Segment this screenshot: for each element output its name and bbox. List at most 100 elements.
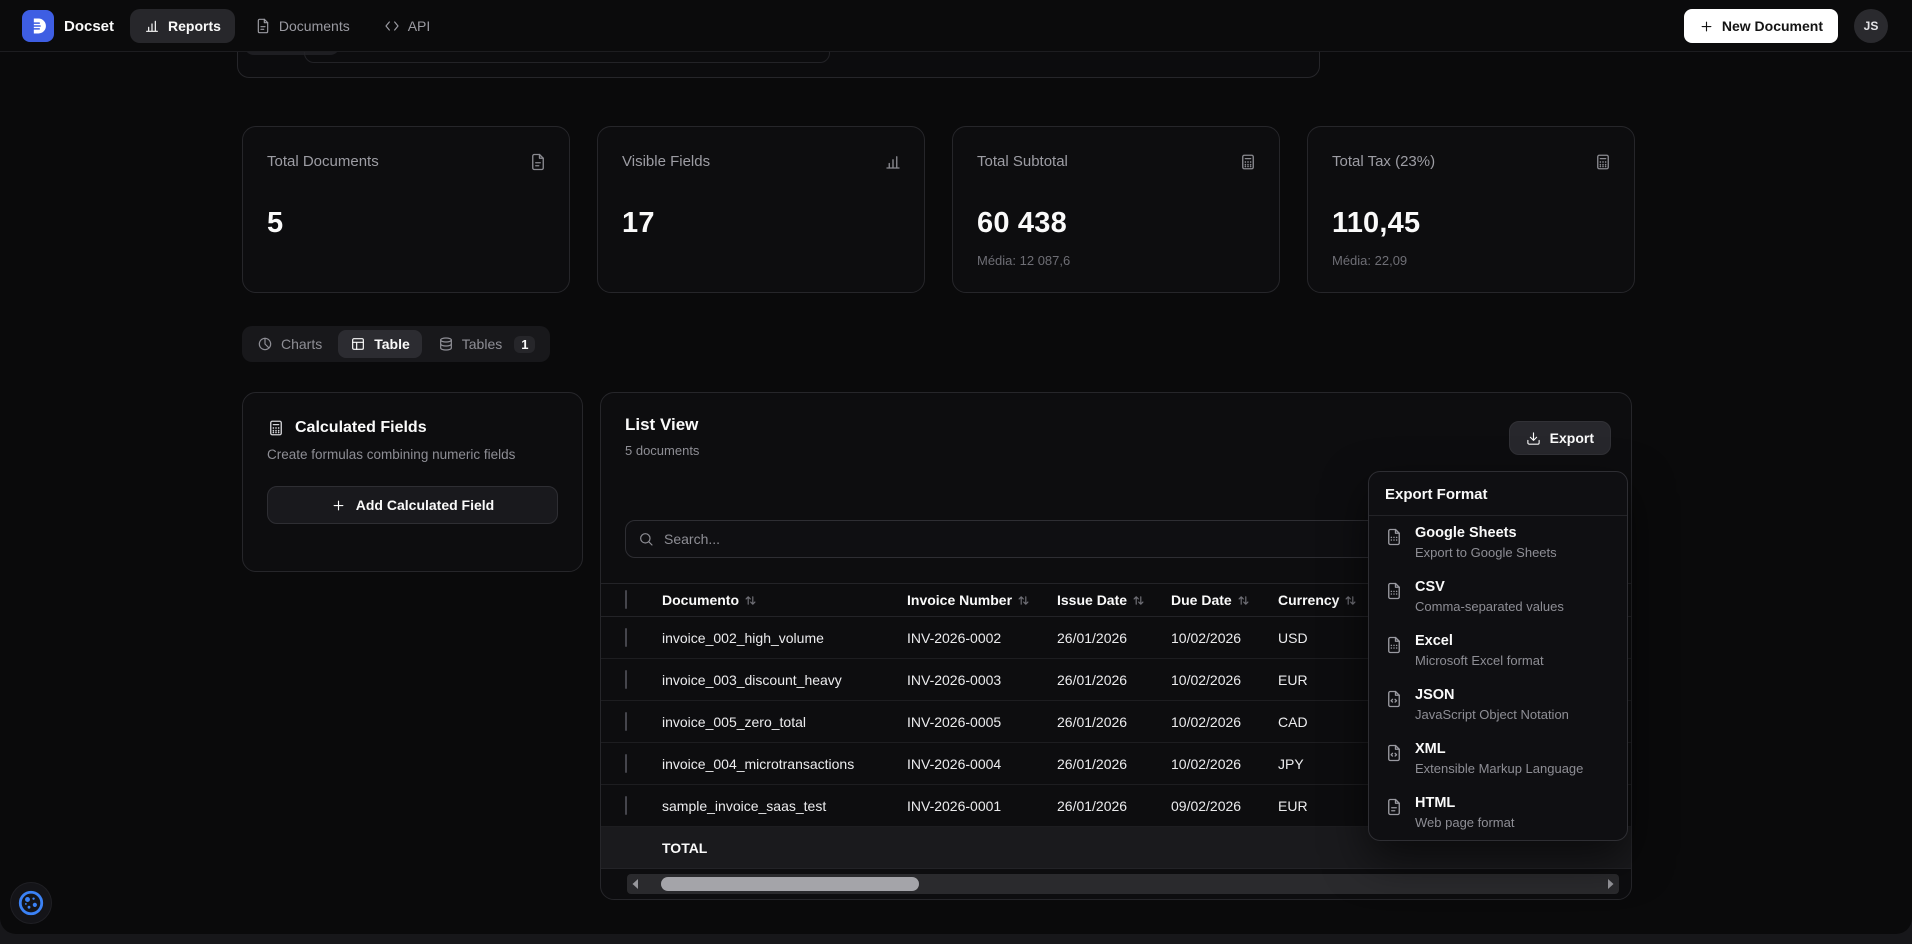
nav-tab-label: API <box>408 18 431 34</box>
row-checkbox[interactable] <box>625 754 627 773</box>
column-header[interactable]: Currency <box>1278 592 1339 608</box>
file-spreadsheet-icon <box>1385 528 1403 546</box>
stat-card-total-subtotal: Total Subtotal 60 438 Média: 12 087,6 <box>952 126 1280 293</box>
export-option-label: JSON <box>1415 686 1569 705</box>
sort-icon[interactable] <box>1238 595 1249 606</box>
list-view-title: List View <box>625 415 698 435</box>
sort-icon[interactable] <box>745 595 756 606</box>
sort-icon[interactable] <box>1345 595 1356 606</box>
plus-icon <box>1699 19 1714 34</box>
cell-issue-date: 26/01/2026 <box>1057 714 1171 730</box>
code-icon <box>384 18 400 34</box>
stat-value: 110,45 <box>1332 207 1612 240</box>
tab-label: Tables <box>462 336 502 352</box>
cell-document: invoice_004_microtransactions <box>662 756 907 772</box>
export-option-label: XML <box>1415 740 1583 759</box>
tab-table[interactable]: Table <box>338 330 422 358</box>
column-header[interactable]: Due Date <box>1171 592 1232 608</box>
tab-tables[interactable]: Tables 1 <box>426 330 548 359</box>
export-option-html[interactable]: HTML Web page format <box>1369 786 1627 840</box>
scroll-right-arrow-icon[interactable] <box>1603 874 1619 894</box>
user-avatar[interactable]: JS <box>1854 9 1888 43</box>
cell-invoice-number: INV-2026-0004 <box>907 756 1057 772</box>
cell-due-date: 10/02/2026 <box>1171 714 1278 730</box>
export-option-json[interactable]: JSON JavaScript Object Notation <box>1369 678 1627 732</box>
export-option-excel[interactable]: Excel Microsoft Excel format <box>1369 624 1627 678</box>
add-calculated-field-button[interactable]: Add Calculated Field <box>267 486 558 524</box>
calculator-icon <box>1594 153 1612 171</box>
calculated-fields-description: Create formulas combining numeric fields <box>267 447 558 462</box>
view-switcher: Charts Table Tables 1 <box>242 326 550 362</box>
pie-chart-icon <box>257 336 273 352</box>
horizontal-scrollbar[interactable] <box>627 874 1619 894</box>
file-icon <box>255 18 271 34</box>
tab-label: Charts <box>281 336 322 352</box>
cell-due-date: 10/02/2026 <box>1171 672 1278 688</box>
cell-issue-date: 26/01/2026 <box>1057 756 1171 772</box>
export-option-description: Web page format <box>1415 814 1514 831</box>
export-option-csv[interactable]: CSV Comma-separated values <box>1369 570 1627 624</box>
sort-icon[interactable] <box>1133 595 1144 606</box>
row-checkbox[interactable] <box>625 796 627 815</box>
scroll-left-arrow-icon[interactable] <box>627 874 643 894</box>
calculator-icon <box>1239 153 1257 171</box>
cell-invoice-number: INV-2026-0005 <box>907 714 1057 730</box>
brand-name: Docset <box>64 0 114 52</box>
list-view-subtitle: 5 documents <box>625 443 699 458</box>
export-option-google-sheets[interactable]: Google Sheets Export to Google Sheets <box>1369 516 1627 570</box>
top-bar: Docset Reports Documents API <box>0 0 1912 52</box>
export-format-menu: Export Format Google Sheets Export to Go… <box>1368 471 1628 841</box>
calculator-icon <box>267 419 285 437</box>
file-spreadsheet-icon <box>1385 636 1403 654</box>
sort-icon[interactable] <box>1018 595 1029 606</box>
stat-card-visible-fields: Visible Fields 17 <box>597 126 925 293</box>
stat-subtext: Média: 12 087,6 <box>977 253 1257 268</box>
add-calculated-field-label: Add Calculated Field <box>356 497 494 513</box>
tab-charts[interactable]: Charts <box>245 330 334 358</box>
row-checkbox[interactable] <box>625 628 627 647</box>
plus-icon <box>331 498 346 513</box>
cell-due-date: 09/02/2026 <box>1171 798 1278 814</box>
export-button[interactable]: Export <box>1509 421 1611 455</box>
stat-card-total-tax: Total Tax (23%) 110,45 Média: 22,09 <box>1307 126 1635 293</box>
tab-label: Table <box>374 336 410 352</box>
nav-tab-documents[interactable]: Documents <box>241 9 364 43</box>
nav-tab-label: Documents <box>279 18 350 34</box>
export-option-xml[interactable]: XML Extensible Markup Language <box>1369 732 1627 786</box>
new-document-button[interactable]: New Document <box>1684 9 1838 43</box>
docset-logo-icon[interactable] <box>22 10 54 42</box>
tables-count-badge: 1 <box>514 336 535 353</box>
export-option-description: Comma-separated values <box>1415 598 1564 615</box>
row-checkbox[interactable] <box>625 712 627 731</box>
export-option-description: Export to Google Sheets <box>1415 544 1557 561</box>
total-label: TOTAL <box>662 840 907 856</box>
calculated-fields-title: Calculated Fields <box>295 419 427 437</box>
export-option-description: JavaScript Object Notation <box>1415 706 1569 723</box>
column-header[interactable]: Invoice Number <box>907 592 1012 608</box>
stat-value: 60 438 <box>977 207 1257 240</box>
cell-document: invoice_005_zero_total <box>662 714 907 730</box>
select-all-checkbox[interactable] <box>625 590 627 609</box>
row-checkbox[interactable] <box>625 670 627 689</box>
download-icon <box>1526 431 1541 446</box>
cell-document: sample_invoice_saas_test <box>662 798 907 814</box>
column-header[interactable]: Documento <box>662 592 739 608</box>
export-option-label: Google Sheets <box>1415 524 1557 543</box>
header-actions: New Document JS <box>1684 0 1888 52</box>
stat-label: Visible Fields <box>622 153 710 170</box>
app-root: Docset Reports Documents API <box>0 0 1912 934</box>
cookie-widget-button[interactable] <box>10 882 52 924</box>
export-option-label: Excel <box>1415 632 1544 651</box>
nav-tab-reports[interactable]: Reports <box>130 9 235 43</box>
stat-subtext: Média: 22,09 <box>1332 253 1612 268</box>
nav-tab-api[interactable]: API <box>370 9 445 43</box>
nav-tab-label: Reports <box>168 18 221 34</box>
file-text-icon <box>1385 798 1403 816</box>
scrollbar-thumb[interactable] <box>661 877 919 891</box>
cell-due-date: 10/02/2026 <box>1171 756 1278 772</box>
cookie-icon <box>17 889 45 917</box>
column-header[interactable]: Issue Date <box>1057 592 1127 608</box>
cell-due-date: 10/02/2026 <box>1171 630 1278 646</box>
export-option-label: CSV <box>1415 578 1564 597</box>
stat-card-total-documents: Total Documents 5 <box>242 126 570 293</box>
